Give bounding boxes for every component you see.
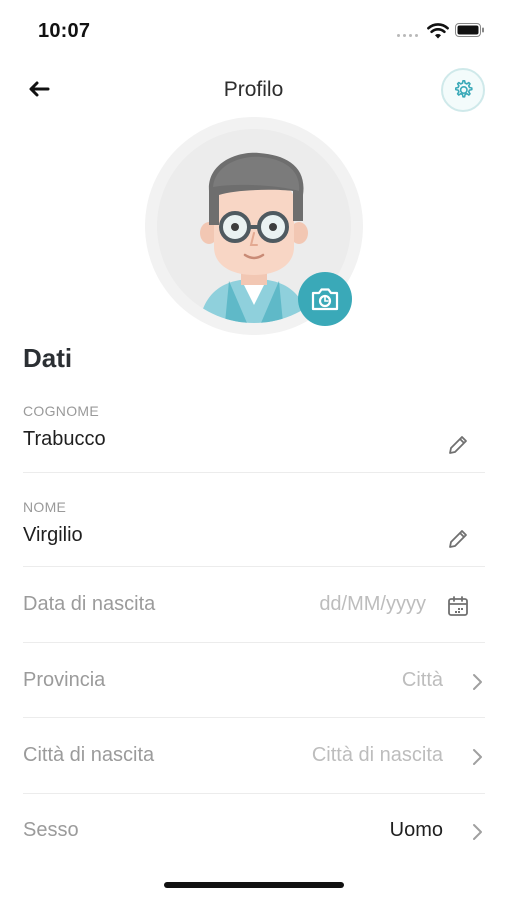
gender-row[interactable]: Sesso Uomo	[0, 806, 507, 858]
wifi-icon	[427, 23, 449, 39]
gender-label: Sesso	[23, 819, 79, 841]
divider	[23, 717, 485, 718]
province-label: Provincia	[23, 669, 106, 691]
divider	[23, 642, 485, 643]
pencil-icon[interactable]	[445, 526, 471, 552]
nome-value[interactable]: Virgilio	[23, 524, 83, 547]
divider	[23, 793, 485, 794]
chevron-right-icon[interactable]	[468, 821, 486, 843]
pencil-icon[interactable]	[445, 432, 471, 458]
calendar-icon[interactable]	[446, 594, 470, 618]
battery-icon	[455, 23, 484, 37]
page-title: Profilo	[223, 78, 284, 101]
birth-city-placeholder[interactable]: Città di nascita	[312, 744, 443, 767]
birthdate-label: Data di nascita	[23, 593, 156, 615]
gender-value[interactable]: Uomo	[390, 819, 443, 842]
birth-city-row[interactable]: Città di nascita Città di nascita	[0, 731, 507, 783]
nome-label: NOME	[23, 499, 67, 515]
header: Profilo	[0, 64, 507, 116]
divider	[23, 472, 485, 473]
chevron-right-icon[interactable]	[468, 746, 486, 768]
cognome-label: COGNOME	[23, 403, 99, 419]
status-bar: 10:07	[0, 0, 507, 62]
status-time: 10:07	[38, 20, 91, 42]
birthdate-placeholder[interactable]: dd/MM/yyyy	[319, 593, 426, 616]
province-row[interactable]: Provincia Città	[0, 656, 507, 708]
birth-city-label: Città di nascita	[23, 744, 155, 766]
cognome-field[interactable]: COGNOME Trabucco	[0, 398, 507, 474]
home-indicator[interactable]	[164, 882, 344, 888]
birthdate-row[interactable]: Data di nascita dd/MM/yyyy	[0, 580, 507, 632]
nome-field[interactable]: NOME Virgilio	[0, 494, 507, 570]
settings-button[interactable]	[441, 68, 485, 112]
cognome-value[interactable]: Trabucco	[23, 428, 106, 451]
divider	[23, 566, 485, 567]
gear-icon	[455, 80, 473, 98]
section-title: Dati	[23, 343, 73, 373]
chevron-right-icon[interactable]	[468, 671, 486, 693]
change-photo-button[interactable]	[298, 272, 352, 326]
province-placeholder[interactable]: Città	[402, 669, 443, 692]
signal-dots-icon	[397, 34, 418, 37]
camera-icon	[311, 288, 339, 311]
